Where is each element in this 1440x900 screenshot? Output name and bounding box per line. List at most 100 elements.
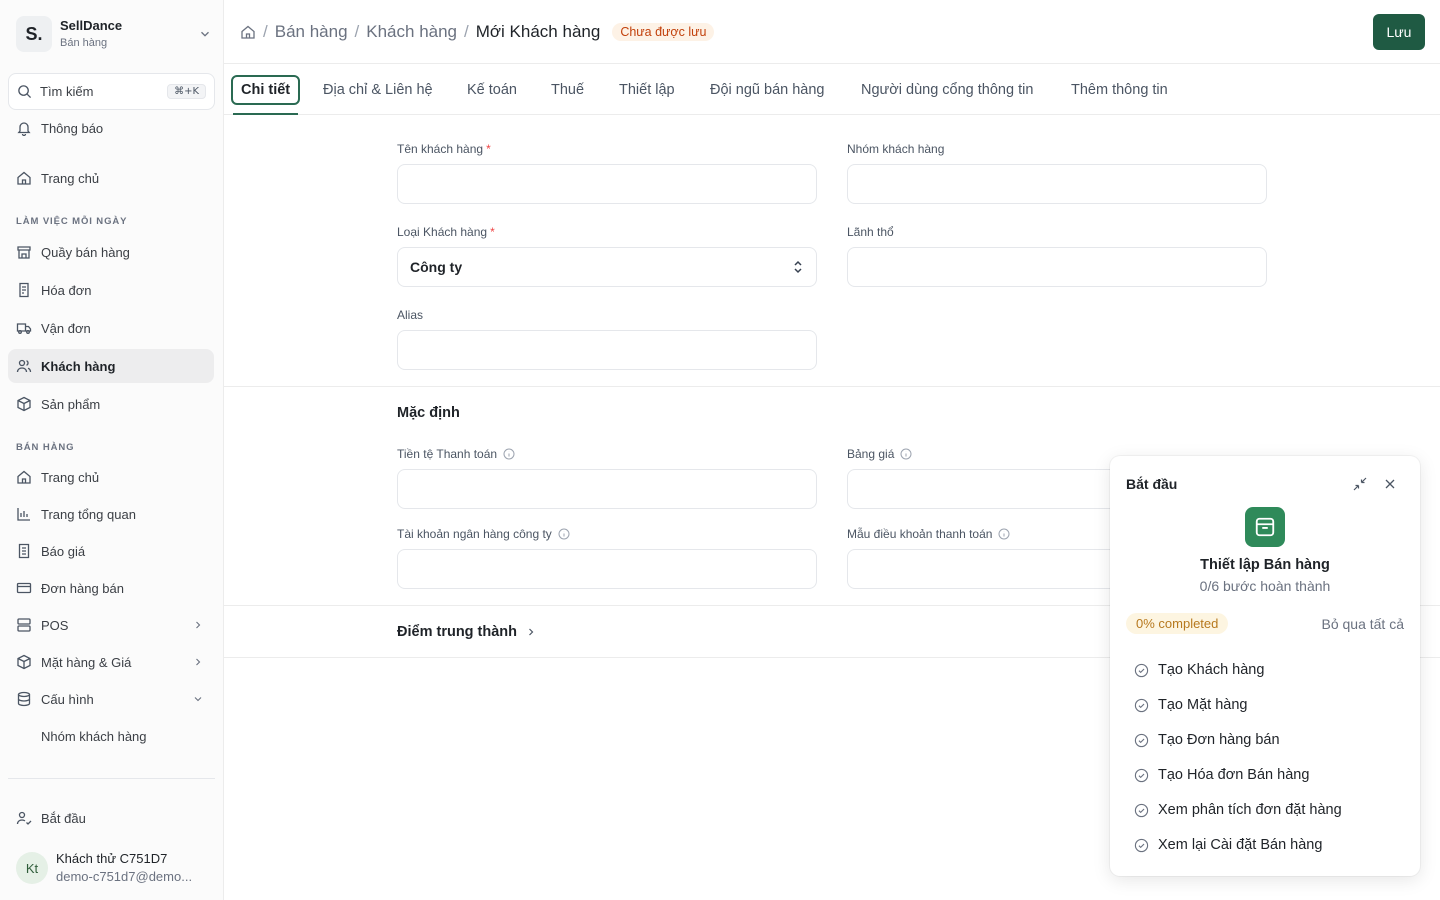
page-header: / Bán hàng / Khách hàng / Mới Khách hàng… — [224, 0, 1440, 64]
sidebar-item-customers[interactable]: Khách hàng — [8, 349, 214, 383]
sidebar-item-label: Đơn hàng bán — [41, 580, 124, 596]
tab-tax[interactable]: Thuế — [551, 65, 584, 115]
bell-icon — [17, 122, 31, 136]
receipt-icon — [19, 282, 29, 298]
search-icon — [18, 85, 32, 99]
customer-type-select[interactable]: Công ty — [397, 247, 817, 287]
workspace-switcher[interactable]: S. SellDance Bán hàng — [16, 16, 212, 52]
info-icon[interactable] — [558, 528, 570, 540]
tab-sales-team[interactable]: Đội ngũ bán hàng — [710, 65, 825, 115]
onboarding-step[interactable]: Tạo Khách hàng — [1134, 660, 1264, 680]
user-email: demo-c751d7@demo... — [56, 869, 193, 884]
sidebar-item-get-started[interactable]: Bắt đầu — [8, 801, 214, 835]
sidebar-item-quotations[interactable]: Báo giá — [8, 534, 214, 568]
chevron-right-icon — [196, 621, 201, 629]
sidebar-item-dashboard[interactable]: Trang tổng quan — [8, 497, 214, 531]
home-icon — [17, 470, 31, 484]
price-list-label: Bảng giá — [847, 447, 912, 461]
search-button[interactable]: Tìm kiếm ⌘+K — [8, 73, 215, 110]
user-menu[interactable]: Kt Khách thử C751D7 demo-c751d7@demo... — [16, 848, 216, 888]
onboarding-subtitle: 0/6 bước hoàn thành — [1199, 578, 1331, 594]
breadcrumb-customers[interactable]: Khách hàng — [366, 22, 457, 42]
save-button[interactable]: Lưu — [1373, 14, 1425, 50]
brand-subtitle: Bán hàng — [60, 37, 108, 49]
bank-account-label: Tài khoản ngân hàng công ty — [397, 527, 570, 541]
truck-icon — [16, 323, 32, 334]
sidebar-item-pos-counter[interactable]: Quầy bán hàng — [8, 235, 214, 269]
page-title: Mới Khách hàng — [475, 21, 601, 41]
section-label-daily: LÀM VIỆC MỖI NGÀY — [16, 216, 128, 227]
sidebar-divider — [8, 778, 215, 779]
customer-type-value: Công ty — [410, 259, 463, 275]
sidebar-item-label: Vận đơn — [41, 320, 91, 336]
loyalty-section-toggle[interactable]: Điểm trung thành — [397, 624, 537, 640]
credit-card-icon — [16, 582, 32, 594]
sidebar-item-products[interactable]: Sản phẩm — [8, 387, 214, 421]
skip-all-button[interactable]: Bỏ qua tất cả — [1321, 616, 1404, 632]
users-icon — [16, 359, 32, 373]
info-icon[interactable] — [900, 448, 912, 460]
sidebar-item-label: Bắt đầu — [41, 810, 86, 826]
check-circle-icon — [1134, 803, 1149, 817]
sidebar-item-config[interactable]: Cấu hình — [8, 682, 214, 716]
progress-badge: 0% completed — [1126, 613, 1229, 634]
tab-address-contact[interactable]: Địa chỉ & Liên hệ — [323, 65, 433, 115]
tab-more-info[interactable]: Thêm thông tin — [1071, 65, 1168, 115]
customer-name-input[interactable] — [397, 164, 817, 204]
tab-accounting[interactable]: Kế toán — [467, 65, 517, 115]
sidebar-item-customer-group[interactable]: Nhóm khách hàng — [8, 719, 214, 753]
info-icon[interactable] — [998, 528, 1010, 540]
tab-bar: Chi tiết Địa chỉ & Liên hệ Kế toán Thuế … — [224, 65, 1440, 115]
sidebar-item-pos[interactable]: POS — [8, 608, 214, 642]
minimize-icon[interactable] — [1352, 476, 1368, 492]
onboarding-step[interactable]: Xem lại Cài đặt Bán hàng — [1134, 835, 1322, 855]
sidebar-item-sales-orders[interactable]: Đơn hàng bán — [8, 571, 214, 605]
sidebar-item-shipments[interactable]: Vận đơn — [8, 311, 214, 345]
tab-portal-users[interactable]: Người dùng cổng thông tin — [861, 65, 1033, 115]
sidebar-item-home[interactable]: Trang chủ — [8, 161, 214, 195]
sidebar: S. SellDance Bán hàng Tìm kiếm ⌘+K Thông… — [0, 0, 224, 900]
tab-details[interactable]: Chi tiết — [231, 65, 301, 115]
bank-account-input[interactable] — [397, 549, 817, 589]
sidebar-item-sales-home[interactable]: Trang chủ — [8, 460, 214, 494]
sidebar-item-items-prices[interactable]: Mặt hàng & Giá — [8, 645, 214, 679]
onboarding-step[interactable]: Tạo Đơn hàng bán — [1134, 730, 1280, 750]
chevron-down-icon — [201, 31, 209, 37]
check-circle-icon — [1134, 838, 1149, 852]
home-icon[interactable] — [240, 24, 256, 40]
sidebar-item-invoices[interactable]: Hóa đơn — [8, 273, 214, 307]
billing-currency-label: Tiền tệ Thanh toán — [397, 447, 515, 461]
info-icon[interactable] — [503, 448, 515, 460]
customer-group-input[interactable] — [847, 164, 1267, 204]
box-icon — [17, 654, 31, 670]
brand-logo: S. — [16, 16, 52, 52]
billing-currency-input[interactable] — [397, 469, 817, 509]
database-icon — [17, 691, 31, 707]
close-icon[interactable] — [1382, 476, 1398, 492]
sidebar-item-label: Báo giá — [41, 543, 86, 559]
onboarding-step[interactable]: Xem phân tích đơn đặt hàng — [1134, 800, 1342, 820]
customer-name-label: Tên khách hàng * — [397, 142, 491, 156]
tab-settings[interactable]: Thiết lập — [619, 65, 675, 115]
onboarding-step[interactable]: Tạo Hóa đơn Bán hàng — [1134, 765, 1309, 785]
onboarding-step[interactable]: Tạo Mặt hàng — [1134, 695, 1247, 715]
alias-input[interactable] — [397, 330, 817, 370]
chevron-down-icon — [194, 697, 202, 702]
alias-label: Alias — [397, 308, 424, 322]
check-circle-icon — [1134, 698, 1149, 712]
sidebar-item-label: Trang chủ — [41, 170, 100, 186]
sidebar-item-notifications[interactable]: Thông báo — [8, 111, 214, 145]
avatar: Kt — [16, 852, 48, 884]
user-check-icon — [16, 811, 32, 825]
brand-name: SellDance — [60, 18, 123, 33]
sidebar-item-label: Nhóm khách hàng — [41, 728, 147, 744]
breadcrumb-sales[interactable]: Bán hàng — [275, 22, 348, 42]
defaults-section-title: Mặc định — [397, 405, 460, 421]
document-icon — [18, 543, 30, 559]
customer-group-label: Nhóm khách hàng — [847, 142, 945, 156]
bar-chart-icon — [17, 508, 30, 521]
territory-input[interactable] — [847, 247, 1267, 287]
sidebar-item-label: Thông báo — [41, 120, 104, 136]
sidebar-item-label: Hóa đơn — [41, 282, 92, 298]
home-icon — [17, 171, 31, 185]
